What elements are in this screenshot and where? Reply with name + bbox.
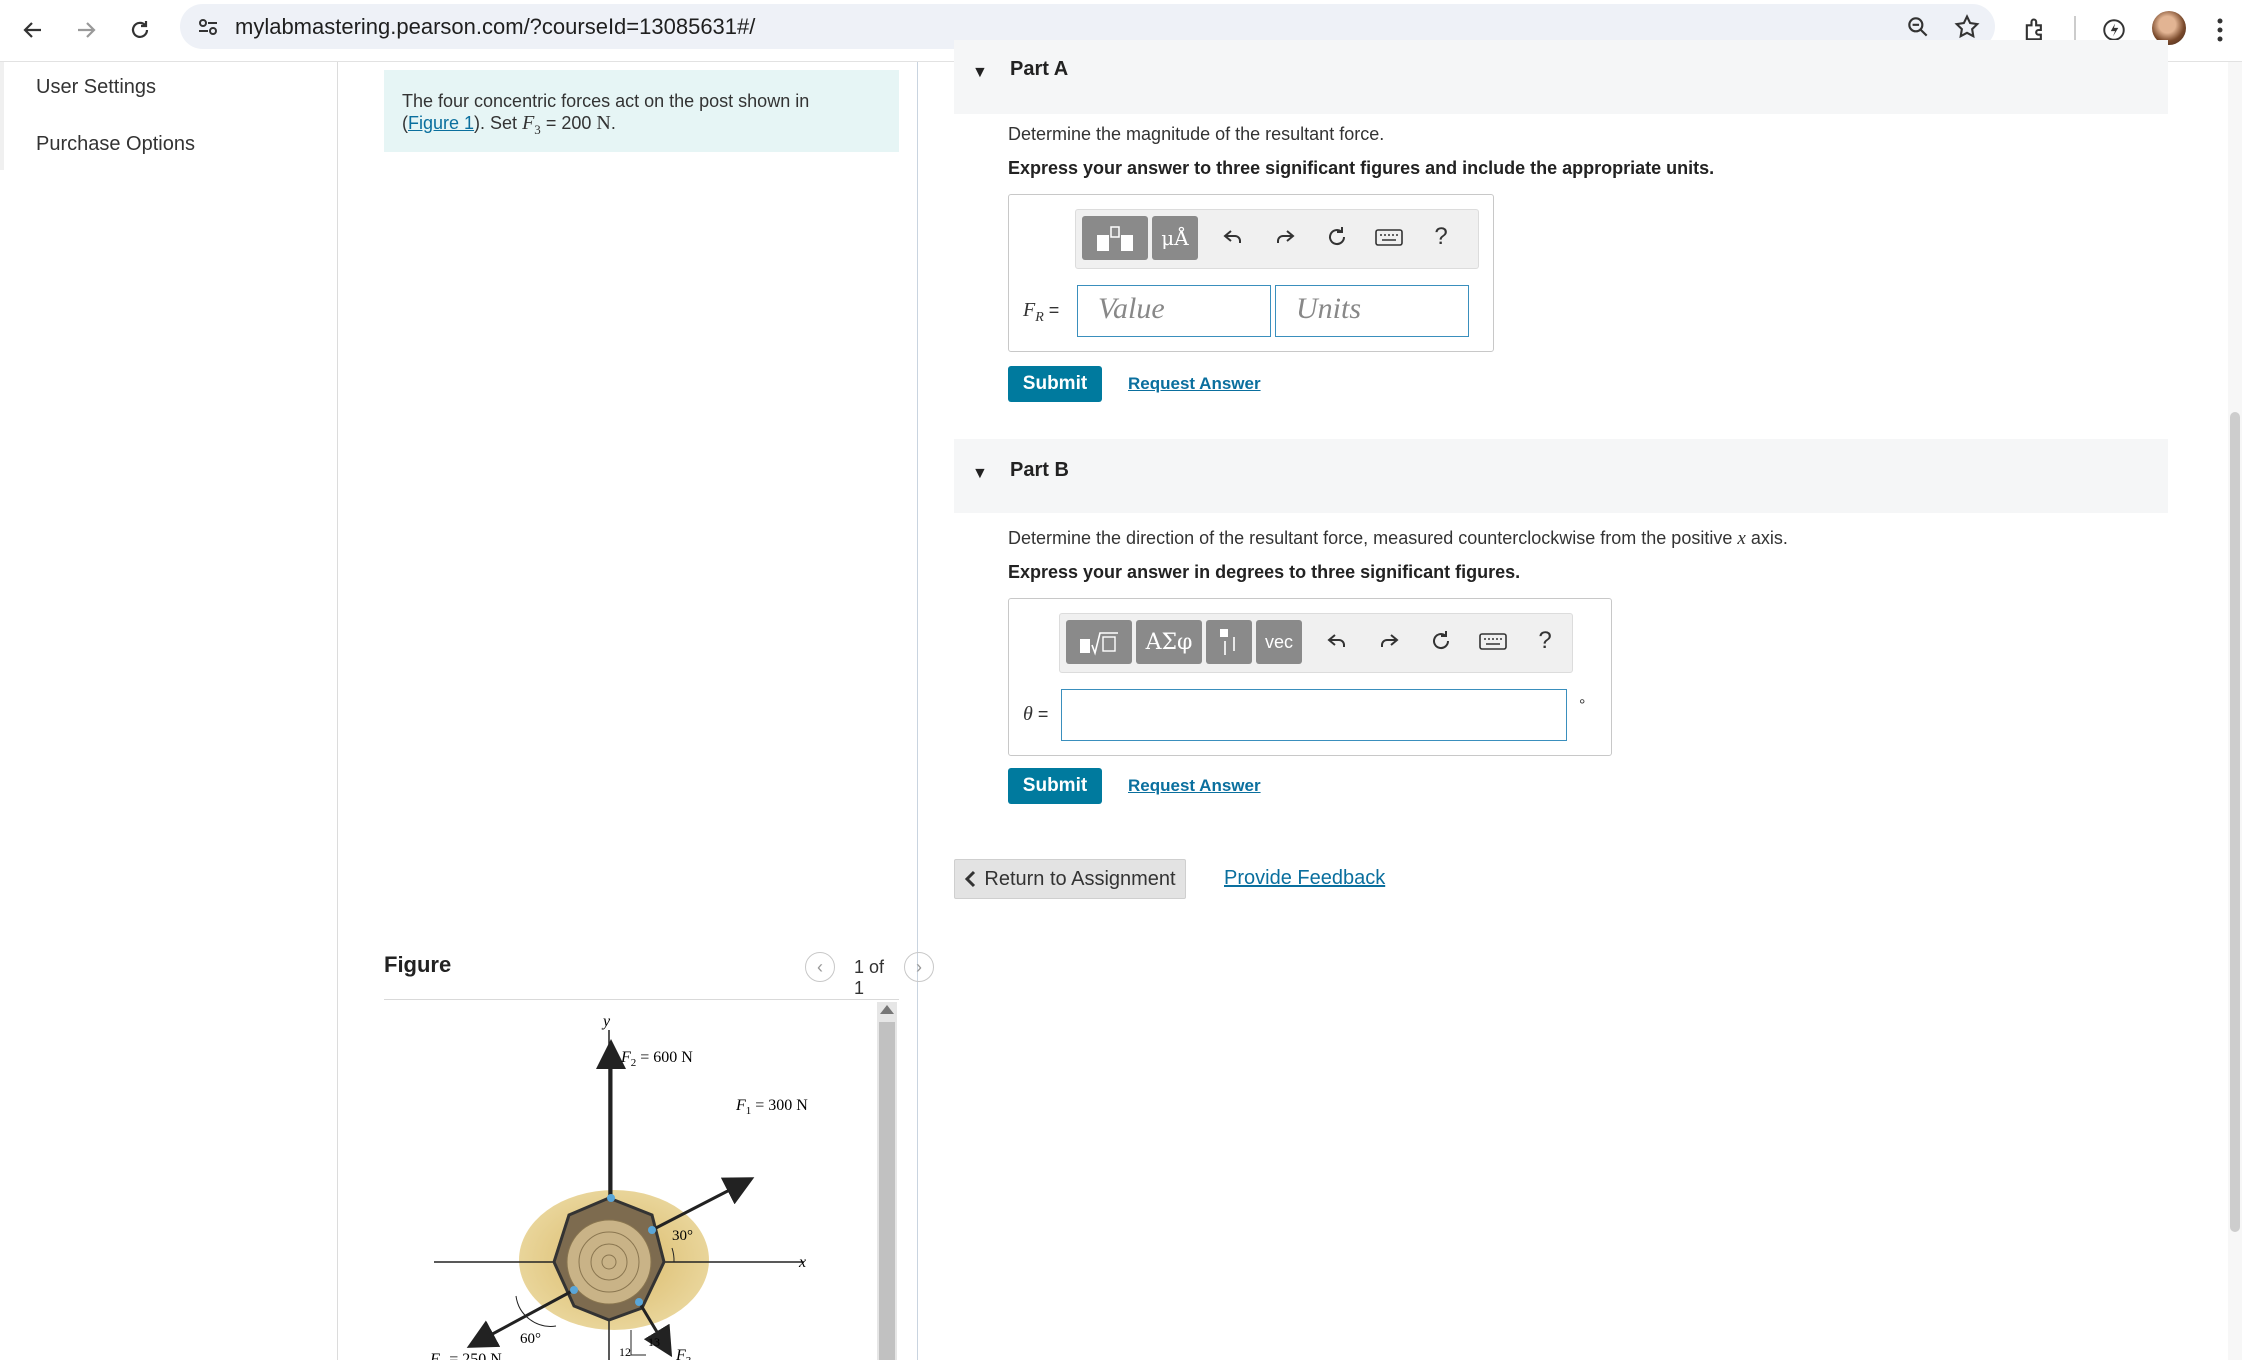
undo-icon[interactable] xyxy=(1322,626,1352,656)
reset-icon[interactable] xyxy=(1322,222,1352,252)
part-b-title: Part B xyxy=(1010,459,1069,481)
figure-link[interactable]: Figure 1 xyxy=(408,113,474,133)
figure-header: Figure ‹ 1 of 1 › xyxy=(384,952,934,1000)
course-sidebar: User Settings Purchase Options xyxy=(0,62,338,1360)
figure-count: 1 of 1 xyxy=(854,957,885,998)
return-to-assignment-button[interactable]: Return to Assignment xyxy=(954,859,1186,899)
degree-symbol: ° xyxy=(1579,697,1586,714)
x-axis-label: x xyxy=(798,1254,806,1271)
intro-value: = 200 xyxy=(545,113,592,133)
chevron-left-icon: ‹ xyxy=(817,956,823,977)
part-a-toolbar: μÅ ? xyxy=(1075,209,1479,269)
reload-icon[interactable] xyxy=(120,10,160,50)
redo-icon[interactable] xyxy=(1374,626,1404,656)
f1-label: F1 = 300 N xyxy=(735,1097,808,1117)
keyboard-icon[interactable] xyxy=(1478,626,1508,656)
part-a-question: Determine the magnitude of the resultant… xyxy=(1008,124,1385,144)
sub-sup-icon xyxy=(1220,629,1235,655)
menu-kebab-icon[interactable] xyxy=(2200,10,2240,50)
part-a-submit-button[interactable]: Submit xyxy=(1008,366,1102,402)
part-b-request-answer-link[interactable]: Request Answer xyxy=(1128,776,1261,796)
part-a-header[interactable]: ▼ Part A xyxy=(954,40,2168,114)
value-input[interactable]: Value xyxy=(1077,285,1271,337)
site-settings-icon[interactable] xyxy=(196,15,220,44)
post-top xyxy=(566,1219,652,1305)
figure-title: Figure xyxy=(384,952,452,977)
templates-icon xyxy=(1097,226,1133,251)
f4-label: F4 = 250 N xyxy=(429,1351,502,1360)
forward-icon[interactable] xyxy=(66,10,106,50)
part-a-title: Part A xyxy=(1010,58,1069,80)
vector-button[interactable]: vec xyxy=(1256,620,1302,664)
y-axis-label: y xyxy=(601,1013,611,1030)
intro-text-mid: ). Set xyxy=(474,113,518,133)
reset-icon[interactable] xyxy=(1426,626,1456,656)
page-scrollbar[interactable] xyxy=(2228,62,2242,1360)
problem-panel: The four concentric forces act on the po… xyxy=(338,62,934,1360)
units-input[interactable]: Units xyxy=(1275,285,1469,337)
tri-12-label: 12 xyxy=(619,1345,631,1359)
f3-label: F3 xyxy=(675,1347,692,1360)
f2-label: F2 = 600 N xyxy=(620,1049,693,1069)
angle-60-label: 60° xyxy=(520,1331,541,1347)
tri-13-label: 13 xyxy=(648,1335,660,1349)
chevron-left-icon xyxy=(965,870,976,888)
part-b-answer-box: ΑΣφ vec ? θ = ° xyxy=(1008,598,1612,756)
intro-text: The four concentric forces act on the po… xyxy=(402,91,810,111)
intro-var: F3 xyxy=(522,112,541,137)
caret-down-icon: ▼ xyxy=(972,465,988,482)
fr-label: FR = xyxy=(1023,299,1060,325)
url-text: mylabmastering.pearson.com/?courseId=130… xyxy=(235,14,756,39)
part-b-submit-button[interactable]: Submit xyxy=(1008,768,1102,804)
sqrt-template-icon xyxy=(1080,632,1118,656)
templates-button[interactable] xyxy=(1082,216,1148,260)
back-icon[interactable] xyxy=(13,10,53,50)
sidebar-item-purchase-options[interactable]: Purchase Options xyxy=(36,133,195,156)
theta-input[interactable] xyxy=(1061,689,1567,741)
units-button[interactable]: μÅ xyxy=(1152,216,1198,260)
slope-triangle xyxy=(630,1330,646,1356)
problem-intro: The four concentric forces act on the po… xyxy=(384,70,899,152)
figure-scrollbar[interactable] xyxy=(877,1002,897,1360)
part-b-question: Determine the direction of the resultant… xyxy=(1008,528,1788,549)
part-b-instruction: Express your answer in degrees to three … xyxy=(1008,562,1521,582)
caret-down-icon: ▼ xyxy=(972,64,988,81)
redo-icon[interactable] xyxy=(1270,222,1300,252)
part-a-request-answer-link[interactable]: Request Answer xyxy=(1128,374,1261,394)
theta-label: θ = xyxy=(1023,703,1049,725)
force-diagram: y x F2 = 600 N F1 = 300 N 30° 60° 12 13 … xyxy=(384,1000,899,1360)
greek-symbols-button[interactable]: ΑΣφ xyxy=(1136,620,1202,664)
angle-30-label: 30° xyxy=(672,1228,693,1244)
subscript-button[interactable] xyxy=(1206,620,1252,664)
help-button[interactable]: ? xyxy=(1426,222,1456,252)
part-a-instruction: Express your answer to three significant… xyxy=(1008,158,1715,178)
part-b-toolbar: ΑΣφ vec ? xyxy=(1059,613,1573,673)
page-scrollbar-thumb[interactable] xyxy=(2230,412,2240,1232)
help-button[interactable]: ? xyxy=(1530,626,1560,656)
figure-prev-button[interactable]: ‹ xyxy=(805,952,835,982)
return-label: Return to Assignment xyxy=(984,867,1176,890)
templates-button[interactable] xyxy=(1066,620,1132,664)
keyboard-icon[interactable] xyxy=(1374,222,1404,252)
part-b-header[interactable]: ▼ Part B xyxy=(954,439,2168,513)
sidebar-item-user-settings[interactable]: User Settings xyxy=(36,76,156,99)
provide-feedback-link[interactable]: Provide Feedback xyxy=(1224,867,1385,890)
undo-icon[interactable] xyxy=(1218,222,1248,252)
scroll-up-icon[interactable] xyxy=(880,1005,894,1014)
answer-panel: ▼ Part A Determine the magnitude of the … xyxy=(918,40,2230,1360)
sidebar-accent xyxy=(0,62,4,170)
figure-scrollbar-thumb[interactable] xyxy=(879,1022,895,1360)
intro-unit: N xyxy=(596,112,611,134)
part-a-answer-box: μÅ ? FR = Value Units xyxy=(1008,194,1494,352)
